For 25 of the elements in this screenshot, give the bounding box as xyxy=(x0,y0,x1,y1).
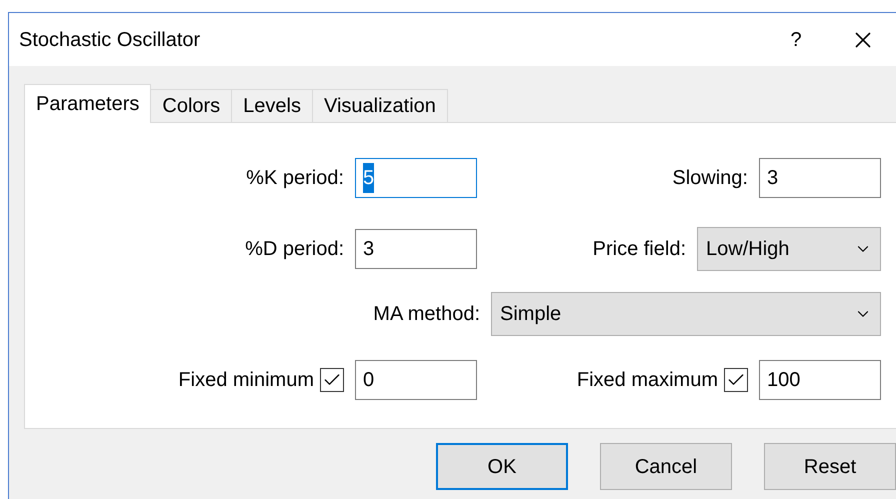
tab[interactable]: Colors xyxy=(151,89,232,123)
checkbox[interactable] xyxy=(320,368,344,392)
field-label: MA method: xyxy=(373,302,480,327)
text-field[interactable]: 3 xyxy=(759,158,881,198)
help-button[interactable]: ? xyxy=(776,24,816,54)
field-label: %K period: xyxy=(246,166,344,191)
checkbox[interactable] xyxy=(724,368,748,392)
tab[interactable]: Levels xyxy=(232,89,313,123)
text-field[interactable]: 3 xyxy=(355,229,477,269)
text-field[interactable]: 5 xyxy=(355,158,477,198)
window-title: Stochastic Oscillator xyxy=(19,28,202,52)
tab[interactable]: Parameters xyxy=(24,84,152,123)
field-label: Fixed maximum xyxy=(576,368,718,393)
dialog-button[interactable]: Cancel xyxy=(600,443,732,490)
dropdown[interactable]: Simple xyxy=(491,292,881,336)
field-label: %D period: xyxy=(245,237,344,262)
dialog-button[interactable]: Reset xyxy=(764,443,896,490)
text-field[interactable]: 100 xyxy=(759,360,881,400)
dialog-button[interactable]: OK xyxy=(436,443,568,490)
dropdown[interactable]: Low/High xyxy=(697,227,881,271)
tab[interactable]: Visualization xyxy=(312,89,448,123)
field-label: Fixed minimum xyxy=(178,368,314,393)
field-label: Slowing: xyxy=(672,166,748,191)
field-label: Price field: xyxy=(592,237,686,262)
text-field[interactable]: 0 xyxy=(355,360,477,400)
